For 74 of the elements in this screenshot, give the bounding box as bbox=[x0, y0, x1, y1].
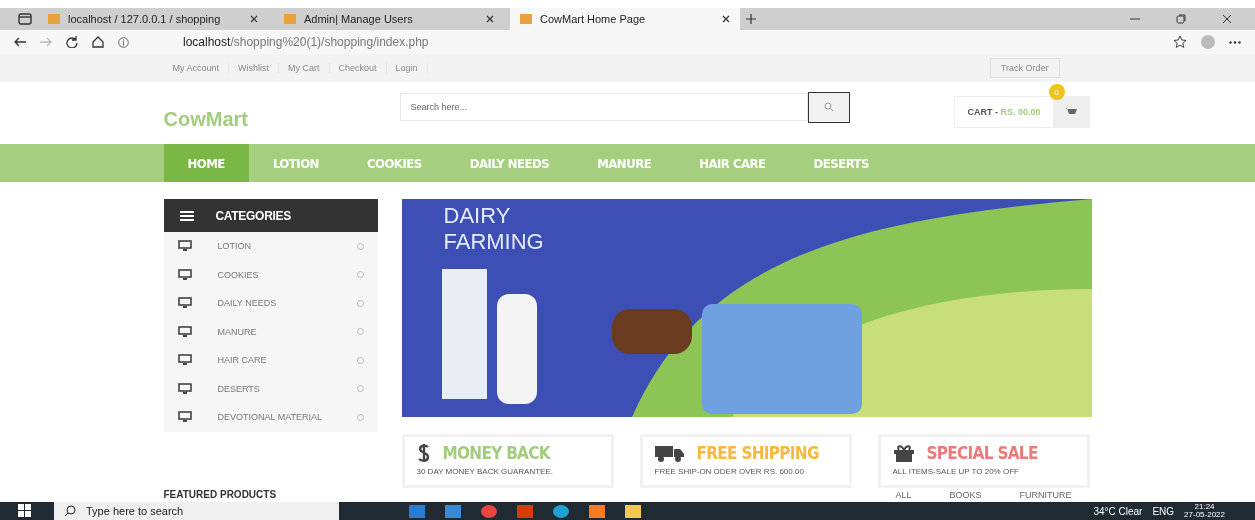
app-icon[interactable] bbox=[625, 504, 641, 518]
address-bar[interactable]: localhost/shopping%20(1)/shopping/index.php bbox=[183, 35, 429, 49]
monitor-icon bbox=[177, 297, 192, 310]
section-title: FEATURED PRODUCTS bbox=[163, 489, 277, 500]
cart-count-badge: 0 bbox=[1048, 84, 1065, 100]
app-icon[interactable] bbox=[589, 504, 605, 518]
back-arrow-icon[interactable] bbox=[14, 37, 26, 47]
browser-tab[interactable]: Admin| Manage Users bbox=[274, 8, 504, 30]
new-tab-icon[interactable] bbox=[746, 14, 756, 24]
favicon-icon bbox=[48, 14, 60, 24]
truck-icon bbox=[654, 443, 685, 462]
category-item[interactable]: MANURE bbox=[163, 317, 378, 346]
category-item[interactable]: DEVOTIONAL MATERIAL bbox=[163, 403, 378, 432]
close-icon[interactable] bbox=[1222, 14, 1232, 24]
taskbar-search-field[interactable]: Type here to search bbox=[54, 502, 339, 520]
windows-start-icon[interactable] bbox=[18, 504, 32, 518]
star-icon[interactable] bbox=[1173, 35, 1187, 49]
dollar-icon bbox=[416, 442, 431, 463]
top-link[interactable]: My Account bbox=[163, 63, 230, 73]
filter-tab[interactable]: BOOKS bbox=[949, 489, 982, 500]
home-icon[interactable] bbox=[92, 36, 104, 48]
search-icon bbox=[823, 101, 834, 112]
close-icon[interactable] bbox=[250, 15, 258, 23]
favicon-icon bbox=[284, 14, 296, 24]
feature-title: MONEY BACK bbox=[442, 442, 550, 463]
category-item[interactable]: HAIR CARE bbox=[163, 346, 378, 375]
nav-item[interactable]: HOME bbox=[163, 144, 249, 182]
top-link[interactable]: Checkout bbox=[329, 63, 387, 73]
category-item[interactable]: DESERTS bbox=[163, 374, 378, 403]
filter-tab[interactable]: ALL bbox=[895, 489, 912, 500]
language-indicator[interactable]: ENG bbox=[1152, 505, 1175, 517]
favicon-icon bbox=[520, 14, 532, 24]
monitor-icon bbox=[177, 411, 192, 424]
monitor-icon bbox=[177, 382, 192, 395]
monitor-icon bbox=[177, 354, 192, 367]
search-button[interactable] bbox=[807, 91, 850, 123]
search-field[interactable]: Search here... bbox=[399, 93, 808, 121]
close-icon[interactable] bbox=[722, 15, 730, 23]
banner-title: FARMING bbox=[443, 229, 544, 255]
feature-subtitle: 30 DAY MONEY BACK GUARANTEE. bbox=[416, 466, 554, 476]
tab-actions-icon[interactable] bbox=[18, 13, 32, 25]
banner-title: DAIRY bbox=[443, 203, 512, 229]
category-item[interactable]: COOKIES bbox=[163, 260, 378, 289]
cart-summary[interactable]: CART - RS. 00.00 bbox=[954, 96, 1090, 128]
filter-tab[interactable]: FURNITURE bbox=[1019, 489, 1072, 500]
track-order-button[interactable]: Track Order bbox=[989, 58, 1060, 78]
feature-title: SPECIAL SALE bbox=[926, 442, 1038, 463]
top-link[interactable]: My Cart bbox=[279, 63, 330, 73]
menu-icon bbox=[179, 210, 194, 221]
app-icon[interactable] bbox=[445, 504, 461, 518]
feature-subtitle: FREE SHIP-ON ODER OVER RS. 600.00 bbox=[654, 466, 805, 476]
monitor-icon bbox=[177, 240, 192, 253]
browser-tab[interactable]: localhost / 127.0.0.1 / shopping bbox=[38, 8, 268, 30]
feature-subtitle: ALL ITEMS-SALE UP TO 20% OFF bbox=[892, 466, 1020, 476]
top-link[interactable]: Login bbox=[386, 63, 428, 73]
monitor-icon bbox=[177, 325, 192, 338]
more-icon[interactable] bbox=[1229, 40, 1241, 44]
top-link[interactable]: Wishlist bbox=[229, 63, 280, 73]
monitor-icon bbox=[177, 268, 192, 281]
feature-title: FREE SHIPPING bbox=[696, 442, 819, 463]
browser-tab[interactable]: CowMart Home Page bbox=[510, 8, 740, 30]
app-icon[interactable] bbox=[553, 504, 569, 518]
category-item[interactable]: DAILY NEEDS bbox=[163, 289, 378, 318]
reload-icon[interactable] bbox=[66, 36, 78, 48]
restore-icon[interactable] bbox=[1176, 14, 1186, 24]
info-icon[interactable] bbox=[118, 36, 129, 48]
gift-icon bbox=[892, 443, 915, 462]
clock[interactable]: 21:24 27-05-2022 bbox=[1184, 503, 1225, 519]
close-icon[interactable] bbox=[486, 15, 494, 23]
cart-icon bbox=[1064, 107, 1077, 117]
search-icon bbox=[64, 505, 76, 517]
weather-text[interactable]: 34°C Clear bbox=[1093, 505, 1143, 517]
categories-header: CATEGORIES bbox=[163, 199, 378, 232]
category-item[interactable]: LOTION bbox=[163, 232, 378, 261]
